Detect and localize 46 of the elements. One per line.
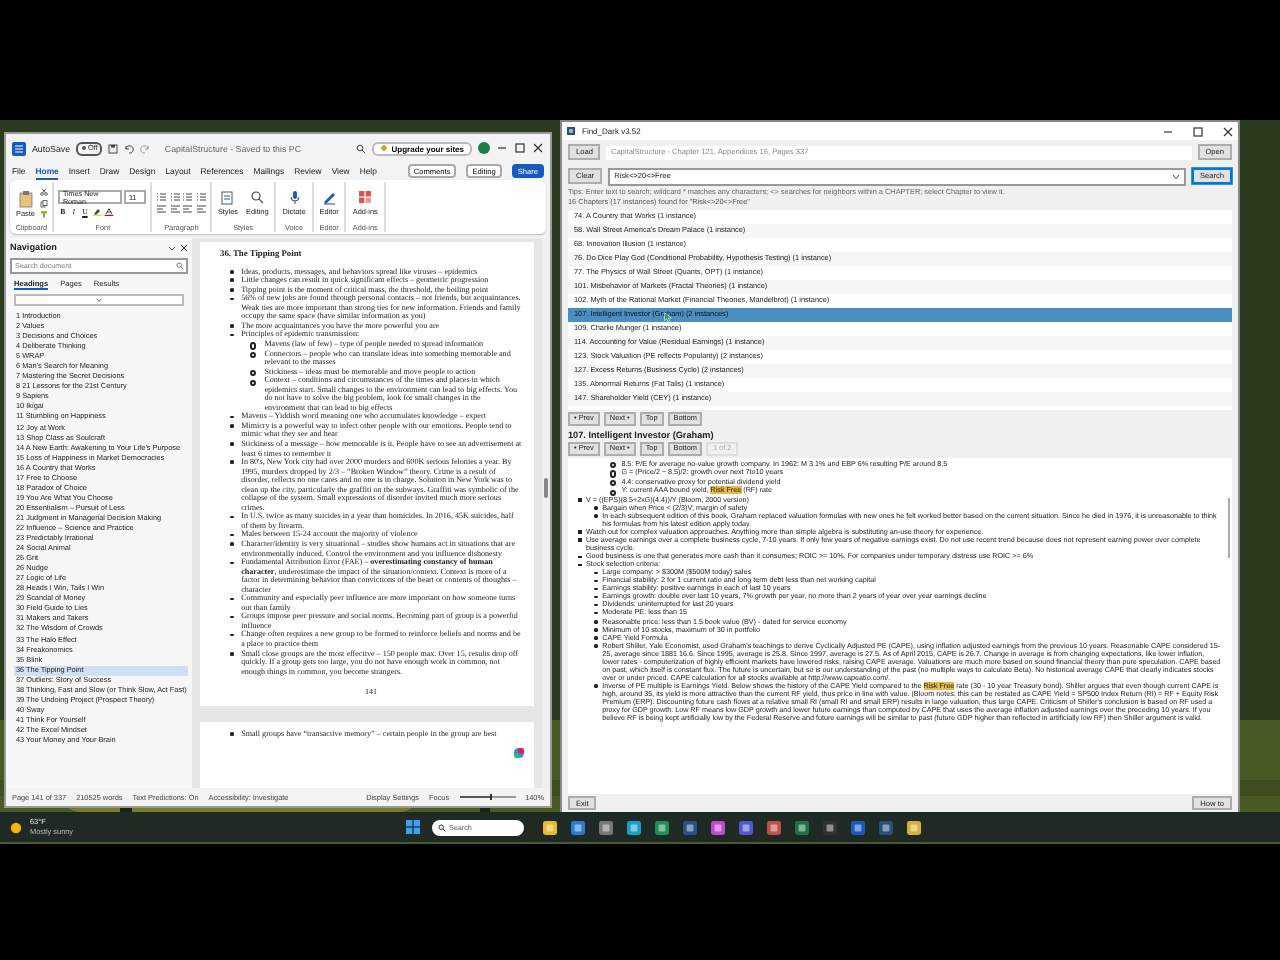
align-icon[interactable] [169, 204, 180, 215]
styles-icon [220, 190, 235, 206]
close-icon[interactable] [180, 243, 188, 251]
search-icon [437, 823, 446, 831]
microphone-icon [287, 190, 301, 206]
list-icon[interactable] [195, 191, 206, 202]
folder-icon[interactable] [542, 819, 559, 835]
save-icon[interactable] [108, 143, 119, 153]
caret-icon [96, 298, 102, 302]
align-icon[interactable] [195, 204, 206, 215]
diamond-icon [380, 144, 389, 152]
maximize-icon[interactable] [1192, 125, 1204, 137]
font-color-icon[interactable] [104, 207, 115, 216]
search-icon [250, 190, 265, 206]
spreadsheet-icon[interactable] [794, 819, 811, 835]
list-icon[interactable] [169, 191, 180, 202]
sun-icon [8, 819, 24, 835]
align-icon[interactable] [156, 204, 167, 215]
pen-icon [322, 190, 337, 206]
copilot-icon[interactable] [512, 746, 526, 760]
format-painter-icon[interactable] [40, 210, 49, 218]
search-icon[interactable] [356, 143, 367, 153]
list-icon[interactable] [156, 191, 167, 202]
search-icon [175, 262, 183, 270]
align-icon[interactable] [182, 204, 193, 215]
minimize-icon[interactable] [496, 142, 508, 154]
close-icon[interactable] [1222, 125, 1234, 137]
scrollbar[interactable] [1227, 497, 1230, 557]
avatar[interactable] [478, 142, 490, 154]
cut-icon[interactable] [40, 188, 49, 196]
list-icon[interactable] [182, 191, 193, 202]
app-icon [566, 126, 576, 136]
highlight-icon[interactable] [91, 207, 102, 216]
copy-icon[interactable] [40, 199, 49, 207]
grid-icon [358, 190, 373, 206]
close-icon[interactable] [532, 142, 544, 154]
caret-icon [1171, 173, 1180, 179]
cursor-icon [664, 311, 672, 321]
start-icon[interactable] [405, 820, 420, 834]
undo-icon[interactable] [124, 143, 135, 153]
document-icon[interactable] [850, 819, 867, 835]
minimize-icon[interactable] [1162, 125, 1174, 137]
word-icon [12, 141, 26, 155]
app-icon[interactable] [822, 819, 839, 835]
clipboard-icon [17, 189, 34, 207]
maximize-icon[interactable] [514, 142, 526, 154]
